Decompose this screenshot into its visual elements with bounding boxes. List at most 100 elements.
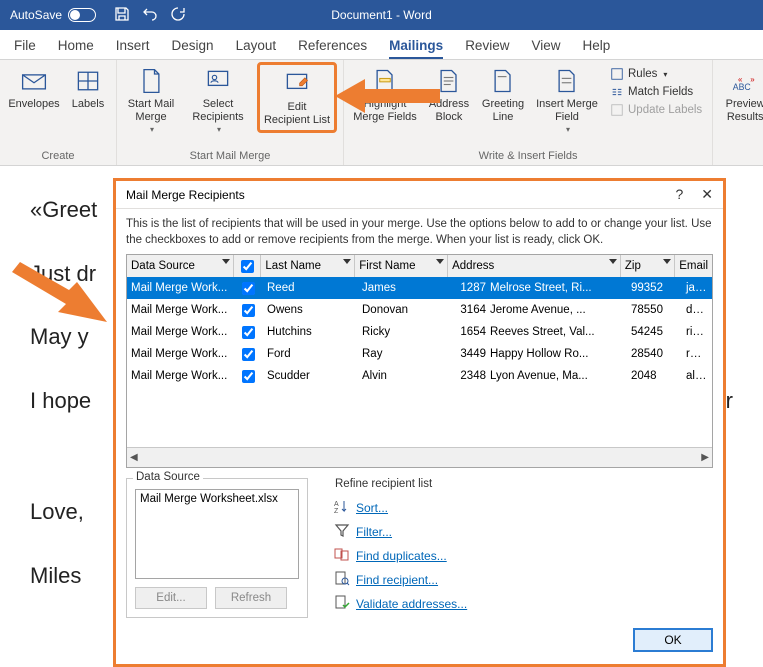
tab-help[interactable]: Help	[582, 38, 610, 59]
table-body: Mail Merge Work...ReedJames1287Melrose S…	[127, 277, 712, 387]
greeting-line-button[interactable]: Greeting Line	[478, 62, 528, 127]
start-mail-merge-button[interactable]: Start Mail Merge	[123, 62, 179, 138]
save-icon[interactable]	[114, 6, 130, 25]
tab-home[interactable]: Home	[58, 38, 94, 59]
refine-find-duplicates[interactable]: Find duplicates...	[334, 546, 711, 565]
header-last-name[interactable]: Last Name	[261, 255, 355, 277]
row-checkbox[interactable]	[242, 348, 255, 361]
people-icon	[203, 66, 233, 96]
address-block-button[interactable]: Address Block	[424, 62, 474, 127]
scroll-left-icon[interactable]: ◀	[130, 452, 138, 463]
select-recipients-label: Select Recipients	[192, 98, 243, 123]
insert-merge-field-button[interactable]: Insert Merge Field	[532, 62, 602, 138]
svg-text:Z: Z	[334, 508, 339, 514]
preview-results-button[interactable]: «ABC» Preview Results	[719, 62, 763, 127]
preview-results-label: Preview Results	[726, 98, 763, 123]
edit-list-icon	[282, 69, 312, 99]
refine-validate-addresses[interactable]: Validate addresses...	[334, 594, 711, 613]
dialog-titlebar: Mail Merge Recipients ? ✕	[116, 181, 723, 209]
refine-icon	[334, 570, 350, 589]
redo-icon[interactable]	[170, 6, 186, 25]
wif-small-options: Rules▾ Match Fields Update Labels	[606, 62, 706, 122]
envelopes-button[interactable]: Envelopes	[6, 62, 62, 115]
table-row[interactable]: Mail Merge Work...OwensDonovan3164Jerome…	[127, 299, 712, 321]
highlight-merge-fields-button[interactable]: Highlight Merge Fields	[350, 62, 420, 127]
refine-find-recipient[interactable]: Find recipient...	[334, 570, 711, 589]
group-wif-label: Write & Insert Fields	[350, 148, 706, 165]
row-checkbox[interactable]	[242, 326, 255, 339]
refine-sort[interactable]: AZSort...	[334, 498, 711, 517]
tab-file[interactable]: File	[14, 38, 36, 59]
greeting-icon	[488, 66, 518, 96]
labels-button[interactable]: Labels	[66, 62, 110, 115]
refresh-button: Refresh	[215, 587, 287, 609]
row-checkbox[interactable]	[242, 304, 255, 317]
ok-button[interactable]: OK	[633, 628, 713, 652]
header-email[interactable]: Email	[675, 255, 712, 277]
header-data-source[interactable]: Data Source	[127, 255, 234, 277]
refine-legend: Refine recipient list	[332, 478, 713, 490]
dialog-note: This is the list of recipients that will…	[126, 217, 713, 248]
match-fields-label: Match Fields	[628, 86, 693, 98]
data-source-section: Data Source Mail Merge Worksheet.xlsx Ed…	[126, 478, 308, 618]
document-title: Document1 - Word	[331, 8, 431, 22]
dialog-title: Mail Merge Recipients	[126, 188, 245, 202]
header-zip[interactable]: Zip	[621, 255, 675, 277]
table-row[interactable]: Mail Merge Work...HutchinsRicky1654Reeve…	[127, 321, 712, 343]
edit-recipient-list-label: Edit Recipient List	[264, 101, 330, 126]
refine-icon	[334, 546, 350, 565]
tab-view[interactable]: View	[531, 38, 560, 59]
tab-design[interactable]: Design	[172, 38, 214, 59]
select-all-checkbox[interactable]	[241, 260, 254, 273]
header-first-name[interactable]: First Name	[355, 255, 448, 277]
row-checkbox[interactable]	[242, 370, 255, 383]
tab-mailings[interactable]: Mailings	[389, 38, 443, 59]
rules-button[interactable]: Rules▾	[608, 66, 704, 82]
data-source-item[interactable]: Mail Merge Worksheet.xlsx	[140, 493, 294, 505]
envelopes-label: Envelopes	[8, 98, 59, 111]
group-create-label: Create	[6, 148, 110, 165]
edit-datasource-button: Edit...	[135, 587, 207, 609]
header-address[interactable]: Address	[448, 255, 621, 277]
close-icon[interactable]: ✕	[701, 186, 713, 203]
refine-icon: AZ	[334, 498, 350, 517]
group-start-mail-merge: Start Mail Merge Select Recipients Edit …	[117, 60, 344, 165]
ribbon-tabs: File Home Insert Design Layout References Mail…	[0, 30, 763, 60]
edit-recipient-list-button[interactable]: Edit Recipient List	[257, 62, 337, 133]
scroll-right-icon[interactable]: ▶	[701, 452, 709, 463]
table-row[interactable]: Mail Merge Work...ScudderAlvin2348Lyon A…	[127, 365, 712, 387]
mail-merge-recipients-dialog: Mail Merge Recipients ? ✕ This is the li…	[113, 178, 726, 667]
horizontal-scrollbar[interactable]: ◀ ▶	[127, 447, 712, 467]
group-write-insert-fields: Highlight Merge Fields Address Block Gre…	[344, 60, 713, 165]
table-row[interactable]: Mail Merge Work...FordRay3449Happy Hollo…	[127, 343, 712, 365]
svg-text:A: A	[334, 501, 339, 508]
envelope-icon	[19, 66, 49, 96]
table-row[interactable]: Mail Merge Work...ReedJames1287Melrose S…	[127, 277, 712, 299]
svg-text:»: »	[750, 75, 755, 84]
header-checkbox[interactable]	[234, 255, 262, 277]
tab-layout[interactable]: Layout	[236, 38, 277, 59]
help-icon[interactable]: ?	[675, 186, 683, 203]
toggle-icon	[68, 8, 96, 22]
tab-references[interactable]: References	[298, 38, 367, 59]
rules-label: Rules	[628, 68, 657, 80]
labels-label: Labels	[72, 98, 104, 111]
undo-icon[interactable]	[142, 6, 158, 25]
tab-review[interactable]: Review	[465, 38, 509, 59]
address-label: Address Block	[429, 98, 469, 123]
table-header: Data Source Last Name First Name Address…	[127, 255, 712, 277]
data-source-legend: Data Source	[133, 471, 203, 483]
data-source-list[interactable]: Mail Merge Worksheet.xlsx	[135, 489, 299, 579]
group-create: Envelopes Labels Create	[0, 60, 117, 165]
row-checkbox[interactable]	[242, 282, 255, 295]
recipients-table: Data Source Last Name First Name Address…	[126, 254, 713, 468]
autosave-label: AutoSave	[10, 8, 62, 22]
select-recipients-button[interactable]: Select Recipients	[183, 62, 253, 138]
update-labels-button: Update Labels	[608, 102, 704, 118]
svg-text:ABC: ABC	[733, 82, 751, 92]
refine-filter[interactable]: Filter...	[334, 522, 711, 541]
group-smm-label: Start Mail Merge	[123, 148, 337, 165]
autosave-toggle[interactable]: AutoSave	[0, 8, 106, 22]
match-fields-button[interactable]: Match Fields	[608, 84, 704, 100]
tab-insert[interactable]: Insert	[116, 38, 150, 59]
